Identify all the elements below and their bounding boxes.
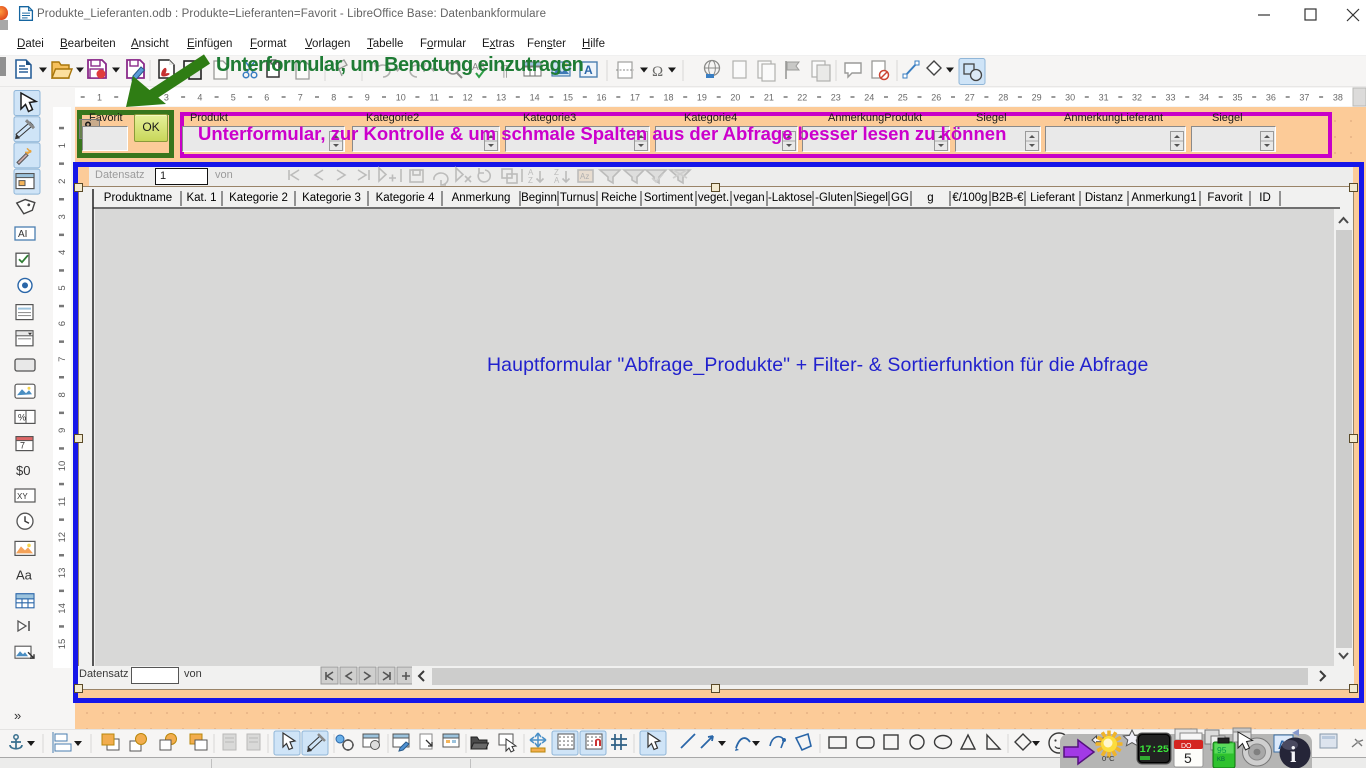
svg-text:34: 34 — [1199, 93, 1209, 103]
svg-text:25: 25 — [898, 93, 908, 103]
svg-text:29: 29 — [1032, 93, 1042, 103]
svg-text:8: 8 — [57, 392, 68, 397]
svg-text:6: 6 — [264, 93, 269, 103]
svg-text:12: 12 — [463, 93, 473, 103]
svg-text:23: 23 — [831, 93, 841, 103]
svg-text:2: 2 — [57, 179, 68, 184]
svg-text:KB: KB — [1217, 757, 1225, 763]
svg-text:27: 27 — [965, 93, 975, 103]
svg-text:12: 12 — [57, 532, 68, 543]
svg-text:33: 33 — [1165, 93, 1175, 103]
svg-text:36: 36 — [1266, 93, 1276, 103]
svg-text:26: 26 — [931, 93, 941, 103]
svg-text:17: 17 — [630, 93, 640, 103]
svg-text:10: 10 — [57, 461, 68, 472]
svg-text:4: 4 — [57, 250, 68, 255]
svg-text:32: 32 — [1132, 93, 1142, 103]
svg-text:17:25: 17:25 — [1140, 744, 1169, 756]
svg-text:6: 6 — [57, 321, 68, 326]
svg-text:1: 1 — [97, 93, 102, 103]
svg-text:Az: Az — [580, 172, 589, 181]
svg-text:38: 38 — [1333, 93, 1343, 103]
svg-text:22: 22 — [797, 93, 807, 103]
svg-text:7: 7 — [298, 93, 303, 103]
svg-text:18: 18 — [663, 93, 673, 103]
svg-text:15: 15 — [563, 93, 573, 103]
svg-text:28: 28 — [998, 93, 1008, 103]
svg-text:21: 21 — [764, 93, 774, 103]
svg-text:30: 30 — [1065, 93, 1075, 103]
svg-text:5: 5 — [1184, 750, 1192, 766]
svg-text:37: 37 — [1299, 93, 1309, 103]
svg-text:19: 19 — [697, 93, 707, 103]
svg-text:35: 35 — [1232, 93, 1242, 103]
svg-text:14: 14 — [530, 93, 540, 103]
svg-text:14: 14 — [57, 603, 68, 614]
svg-text:11: 11 — [430, 93, 439, 103]
svg-text:9: 9 — [365, 93, 370, 103]
svg-text:XY: XY — [17, 492, 28, 501]
svg-text:15: 15 — [57, 639, 68, 650]
svg-text:Ω: Ω — [652, 64, 663, 80]
svg-text:»: » — [14, 708, 21, 723]
svg-text:$0: $0 — [16, 463, 30, 478]
svg-text:AI: AI — [18, 229, 27, 240]
svg-text:Z: Z — [528, 176, 533, 185]
svg-text:%: % — [18, 412, 26, 422]
svg-text:9: 9 — [57, 428, 68, 433]
svg-text:7: 7 — [20, 441, 25, 451]
svg-text:8: 8 — [331, 93, 336, 103]
svg-text:A: A — [554, 176, 560, 185]
svg-text:95: 95 — [1217, 745, 1227, 755]
svg-text:31: 31 — [1099, 93, 1109, 103]
svg-text:11: 11 — [57, 497, 68, 507]
svg-text:5: 5 — [57, 285, 68, 290]
svg-text:20: 20 — [730, 93, 740, 103]
svg-text:0°C: 0°C — [1102, 754, 1115, 763]
svg-text:10: 10 — [396, 93, 406, 103]
svg-text:1: 1 — [57, 143, 68, 148]
svg-text:13: 13 — [57, 568, 68, 579]
svg-text:Aa: Aa — [16, 568, 33, 583]
svg-text:7: 7 — [57, 357, 68, 362]
svg-text:24: 24 — [864, 93, 874, 103]
svg-text:A: A — [584, 63, 593, 77]
svg-text:i: i — [1290, 742, 1297, 767]
svg-text:16: 16 — [596, 93, 606, 103]
svg-text:DO: DO — [1181, 743, 1192, 750]
svg-text:3: 3 — [57, 214, 68, 219]
svg-text:13: 13 — [496, 93, 506, 103]
